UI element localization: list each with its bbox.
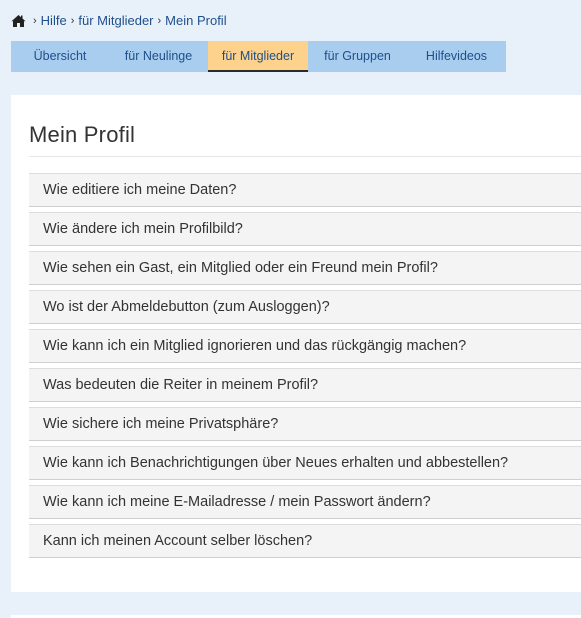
faq-item-profile-picture[interactable]: Wie ändere ich mein Profilbild? — [29, 212, 581, 246]
breadcrumb-link-fuer-mitglieder[interactable]: für Mitglieder — [78, 13, 153, 28]
breadcrumb: › Hilfe › für Mitglieder › Mein Profil — [11, 13, 227, 28]
breadcrumb-link-hilfe[interactable]: Hilfe — [41, 13, 67, 28]
breadcrumb-separator: › — [33, 14, 37, 27]
tab-fuer-mitglieder[interactable]: für Mitglieder — [208, 41, 308, 72]
breadcrumb-current: Mein Profil — [165, 13, 227, 28]
tab-hilfevideos[interactable]: Hilfevideos — [407, 41, 506, 72]
tab-uebersicht[interactable]: Übersicht — [11, 41, 109, 72]
breadcrumb-separator: › — [157, 14, 162, 27]
page-title: Mein Profil — [29, 122, 136, 147]
faq-item-delete-account[interactable]: Kann ich meinen Account selber löschen? — [29, 524, 581, 558]
faq-item-profile-tabs[interactable]: Was bedeuten die Reiter in meinem Profil… — [29, 368, 581, 402]
faq-list: Wie editiere ich meine Daten? Wie ändere… — [29, 173, 581, 558]
faq-item-notifications[interactable]: Wie kann ich Benachrichtigungen über Neu… — [29, 446, 581, 480]
faq-item-privacy[interactable]: Wie sichere ich meine Privatsphäre? — [29, 407, 581, 441]
tab-fuer-neulinge[interactable]: für Neulinge — [109, 41, 208, 72]
faq-item-profile-visibility[interactable]: Wie sehen ein Gast, ein Mitglied oder ei… — [29, 251, 581, 285]
home-icon[interactable] — [11, 14, 26, 28]
content-panel: Mein Profil Wie editiere ich meine Daten… — [11, 95, 581, 592]
tab-fuer-gruppen[interactable]: für Gruppen — [308, 41, 407, 72]
faq-item-change-email-password[interactable]: Wie kann ich meine E-Mailadresse / mein … — [29, 485, 581, 519]
help-tab-bar: Übersicht für Neulinge für Mitglieder fü… — [11, 41, 506, 72]
title-divider — [29, 156, 581, 157]
faq-item-logout-button[interactable]: Wo ist der Abmeldebutton (zum Ausloggen)… — [29, 290, 581, 324]
breadcrumb-separator: › — [70, 14, 75, 27]
faq-item-edit-data[interactable]: Wie editiere ich meine Daten? — [29, 173, 581, 207]
faq-item-ignore-member[interactable]: Wie kann ich ein Mitglied ignorieren und… — [29, 329, 581, 363]
